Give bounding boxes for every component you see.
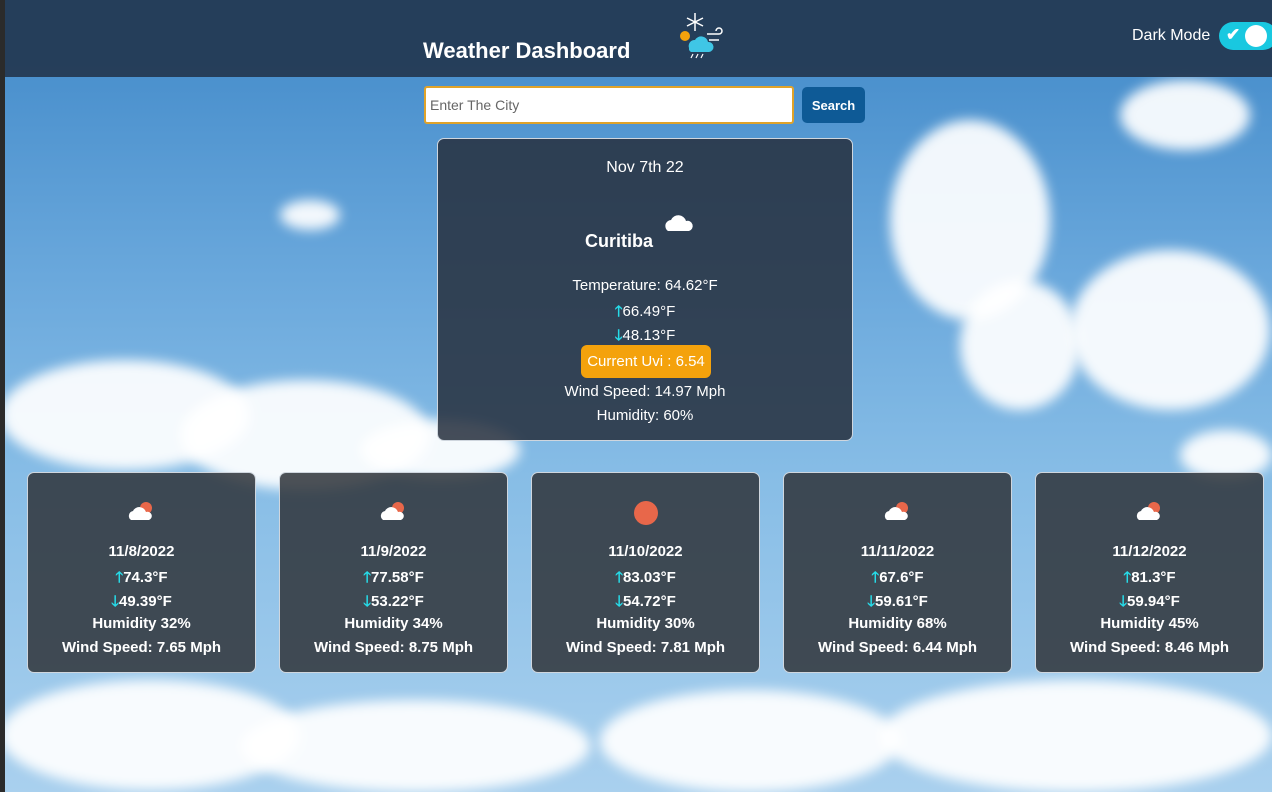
current-high-value: 66.49°F xyxy=(622,303,676,320)
forecast-low-value: 53.22°F xyxy=(371,593,424,610)
forecast-date: 11/8/2022 xyxy=(108,543,175,560)
window-edge xyxy=(0,0,5,792)
forecast-low-value: 54.72°F xyxy=(623,593,676,610)
forecast-low: 🡓53.22°F xyxy=(280,591,507,616)
city-search-input[interactable] xyxy=(424,86,794,124)
forecast-humidity: Humidity 34% xyxy=(344,615,443,632)
app-title: Weather Dashboard xyxy=(423,38,631,63)
partly-cloudy-icon xyxy=(128,502,152,520)
arrow-down-icon: 🡓 xyxy=(363,593,372,610)
forecast-low: 🡓59.61°F xyxy=(784,591,1011,616)
weather-logo-icon xyxy=(680,13,723,59)
app-header xyxy=(5,0,1272,77)
forecast-date: 11/9/2022 xyxy=(360,543,427,560)
arrow-down-icon: 🡓 xyxy=(615,593,624,610)
forecast-high-value: 83.03°F xyxy=(623,569,676,586)
partly-cloudy-icon xyxy=(884,502,908,520)
forecast-high: 🡑81.3°F xyxy=(1036,567,1263,592)
forecast-card: 11/8/2022 🡑74.3°F 🡓49.39°F Humidity 32% Wind… xyxy=(27,472,256,673)
forecast-low: 🡓59.94°F xyxy=(1036,591,1263,616)
forecast-low: 🡓49.39°F xyxy=(28,591,255,616)
forecast-high: 🡑83.03°F xyxy=(532,567,759,592)
forecast-wind: Wind Speed: 6.44 Mph xyxy=(817,639,978,656)
forecast-low-value: 59.61°F xyxy=(875,593,928,610)
forecast-high-value: 67.6°F xyxy=(879,569,924,586)
forecast-card: 11/11/2022 🡑67.6°F 🡓59.61°F Humidity 68% Win… xyxy=(783,472,1012,673)
check-icon: ✔ xyxy=(1226,25,1241,44)
forecast-card: 11/12/2022 🡑81.3°F 🡓59.94°F Humidity 45% Win… xyxy=(1035,472,1264,673)
current-weather-card: Nov 7th 22 Curitiba Temperature: 64.62°F… xyxy=(437,138,853,441)
forecast-card: 11/10/2022 🡑83.03°F 🡓54.72°F Humidity 30% Wi… xyxy=(531,472,760,673)
current-low-value: 48.13°F xyxy=(622,327,676,344)
current-high: 🡑66.49°F xyxy=(438,301,852,326)
toggle-knob xyxy=(1245,25,1267,47)
forecast-low: 🡓54.72°F xyxy=(532,591,759,616)
forecast-wind: Wind Speed: 7.65 Mph xyxy=(61,639,222,656)
cloud-icon xyxy=(665,215,693,231)
uvi-badge: Current Uvi : 6.54 xyxy=(581,345,711,378)
search-button[interactable]: Search xyxy=(802,87,865,123)
forecast-low-value: 49.39°F xyxy=(119,593,172,610)
forecast-wind: Wind Speed: 8.75 Mph xyxy=(313,639,474,656)
dark-mode-toggle[interactable]: ✔ xyxy=(1219,22,1272,50)
current-humidity: Humidity: 60% xyxy=(596,407,694,424)
sun-icon xyxy=(634,501,658,525)
partly-cloudy-icon xyxy=(1136,502,1160,520)
forecast-low-value: 59.94°F xyxy=(1127,593,1180,610)
forecast-date: 11/11/2022 xyxy=(860,543,935,560)
forecast-high-value: 81.3°F xyxy=(1131,569,1176,586)
current-wind: Wind Speed: 14.97 Mph xyxy=(564,383,726,400)
forecast-high: 🡑67.6°F xyxy=(784,567,1011,592)
current-temperature: Temperature: 64.62°F xyxy=(572,277,718,294)
arrow-up-icon: 🡑 xyxy=(615,569,624,586)
arrow-down-icon: 🡓 xyxy=(867,593,876,610)
forecast-wind: Wind Speed: 8.46 Mph xyxy=(1069,639,1230,656)
arrow-down-icon: 🡓 xyxy=(1119,593,1128,610)
forecast-high-value: 77.58°F xyxy=(371,569,424,586)
forecast-date: 11/10/2022 xyxy=(608,543,683,560)
forecast-card: 11/9/2022 🡑77.58°F 🡓53.22°F Humidity 34% Win… xyxy=(279,472,508,673)
current-date: Nov 7th 22 xyxy=(606,159,684,176)
current-city: Curitiba xyxy=(585,231,654,251)
forecast-humidity: Humidity 32% xyxy=(92,615,191,632)
forecast-humidity: Humidity 45% xyxy=(1100,615,1199,632)
partly-cloudy-icon xyxy=(380,502,404,520)
forecast-humidity: Humidity 30% xyxy=(596,615,695,632)
forecast-high: 🡑77.58°F xyxy=(280,567,507,592)
forecast-date: 11/12/2022 xyxy=(1112,543,1187,560)
arrow-up-icon: 🡑 xyxy=(614,303,623,320)
arrow-down-icon: 🡓 xyxy=(614,327,623,344)
forecast-high-value: 74.3°F xyxy=(123,569,168,586)
forecast-wind: Wind Speed: 7.81 Mph xyxy=(565,639,726,656)
arrow-up-icon: 🡑 xyxy=(363,569,372,586)
arrow-down-icon: 🡓 xyxy=(111,593,120,610)
dark-mode-label: Dark Mode xyxy=(1132,27,1211,44)
forecast-humidity: Humidity 68% xyxy=(848,615,947,632)
forecast-high: 🡑74.3°F xyxy=(28,567,255,592)
